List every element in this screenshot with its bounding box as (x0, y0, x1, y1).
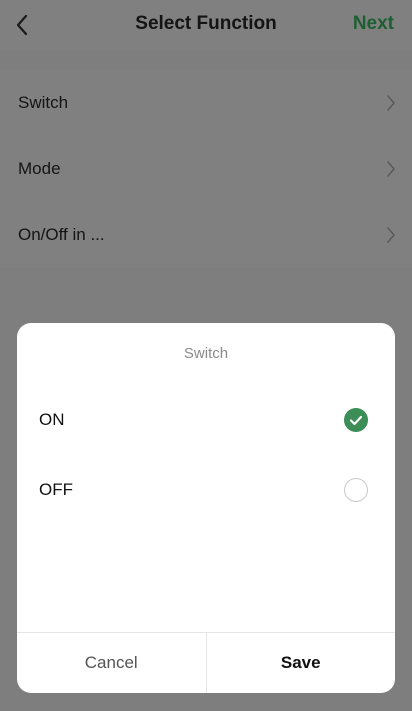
checkmark-icon (349, 415, 363, 426)
option-label: OFF (39, 480, 73, 499)
function-item-label: Switch (18, 93, 69, 112)
option-on[interactable]: ON (17, 396, 395, 444)
dialog-footer: Cancel Save (17, 632, 395, 693)
function-item-label: Mode (18, 159, 61, 178)
function-list: Switch Mode On/Off in ... (0, 70, 412, 268)
cancel-button[interactable]: Cancel (17, 633, 207, 693)
next-button[interactable]: Next (353, 13, 394, 35)
radio-unchecked[interactable] (344, 478, 368, 502)
chevron-right-icon (387, 95, 395, 111)
function-item-label: On/Off in ... (18, 225, 105, 244)
chevron-right-icon (387, 227, 395, 243)
function-item-mode[interactable]: Mode (0, 136, 412, 202)
page-title: Select Function (135, 13, 277, 34)
radio-checked[interactable] (344, 408, 368, 432)
switch-dialog: Switch ON OFF Cancel Save (17, 323, 395, 693)
option-off[interactable]: OFF (17, 466, 395, 514)
function-item-switch[interactable]: Switch (0, 70, 412, 136)
chevron-right-icon (387, 161, 395, 177)
option-label: ON (39, 410, 65, 429)
header-bar: Select Function Next (0, 0, 412, 50)
save-button[interactable]: Save (207, 633, 396, 693)
function-item-on-off-in[interactable]: On/Off in ... (0, 202, 412, 268)
dialog-title: Switch (183, 345, 229, 362)
